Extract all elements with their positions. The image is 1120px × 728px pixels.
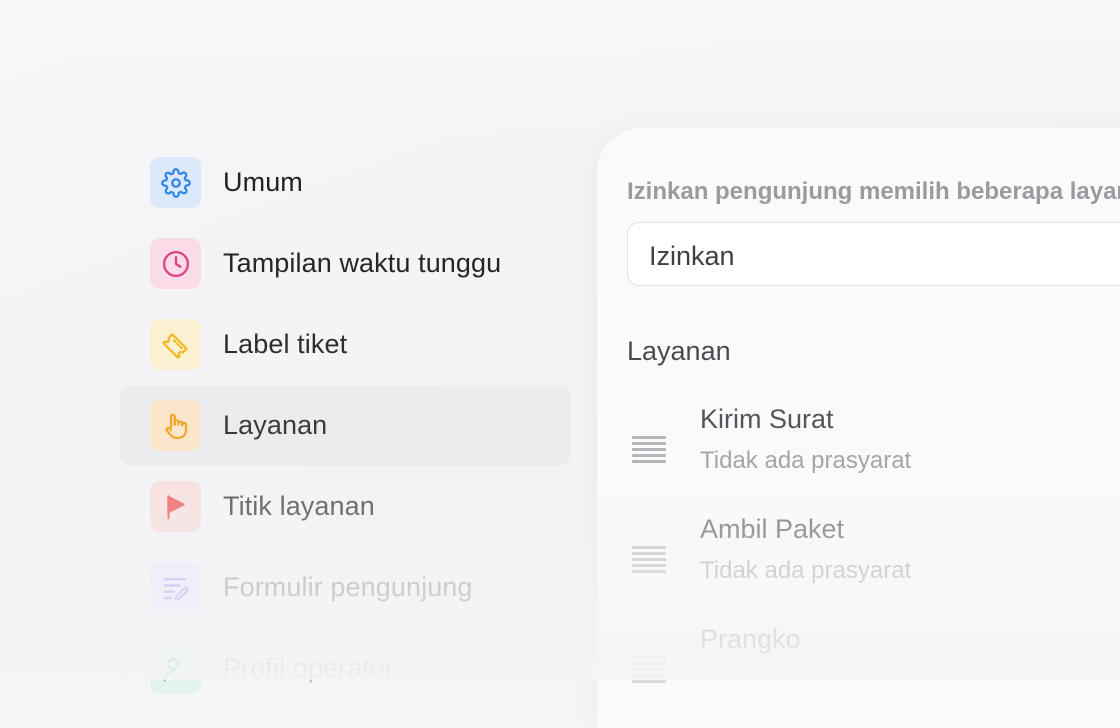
service-prerequisite: Tidak ada prasyarat (700, 447, 912, 474)
user-search-icon (150, 643, 201, 694)
top-fade-overlay (0, 0, 1120, 140)
clock-icon (150, 238, 201, 289)
sidebar-item-label: Titik layanan (223, 491, 375, 521)
multi-service-field-label: Izinkan pengunjung memilih beberapa laya… (627, 178, 1120, 205)
sidebar-item-layanan[interactable]: Layanan (120, 385, 571, 466)
drag-handle-icon[interactable] (632, 436, 666, 464)
sidebar-item-titik-layanan[interactable]: Titik layanan (120, 466, 571, 547)
service-name: Ambil Paket (700, 514, 845, 544)
service-row[interactable]: Ambil Paket Tidak ada prasyarat (627, 514, 1120, 614)
services-section-title: Layanan (627, 336, 731, 366)
sidebar-item-label: Profil operator (223, 653, 395, 683)
sidebar-item-umum[interactable]: Umum (120, 142, 571, 223)
sidebar-item-label: Umum (223, 167, 303, 197)
service-row[interactable]: Prangko (627, 624, 1120, 724)
hand-pointer-icon (150, 400, 201, 451)
gear-icon (150, 157, 201, 208)
sidebar-item-formulir-pengunjung[interactable]: Formulir pengunjung (120, 547, 571, 628)
drag-handle-icon[interactable] (632, 546, 666, 574)
form-edit-icon (150, 562, 201, 613)
flag-icon (150, 481, 201, 532)
settings-panel: Izinkan pengunjung memilih beberapa laya… (597, 128, 1120, 728)
service-row[interactable]: Kirim Surat Tidak ada prasyarat (627, 404, 1120, 504)
settings-sidebar: Umum Tampilan waktu tunggu Label tiket L… (120, 142, 571, 709)
ticket-icon (150, 319, 201, 370)
service-name: Prangko (700, 624, 801, 654)
sidebar-item-label: Tampilan waktu tunggu (223, 248, 502, 278)
sidebar-item-label: Label tiket (223, 329, 348, 359)
multi-service-select[interactable]: Izinkan (627, 222, 1120, 286)
service-name: Kirim Surat (700, 404, 834, 434)
sidebar-item-label: Formulir pengunjung (223, 572, 473, 602)
sidebar-item-label: Layanan (223, 410, 328, 440)
sidebar-item-label-tiket[interactable]: Label tiket (120, 304, 571, 385)
sidebar-item-tampilan-waktu-tunggu[interactable]: Tampilan waktu tunggu (120, 223, 571, 304)
sidebar-item-profil-operator[interactable]: Profil operator (120, 628, 571, 709)
service-prerequisite: Tidak ada prasyarat (700, 557, 912, 584)
select-value: Izinkan (649, 241, 735, 271)
